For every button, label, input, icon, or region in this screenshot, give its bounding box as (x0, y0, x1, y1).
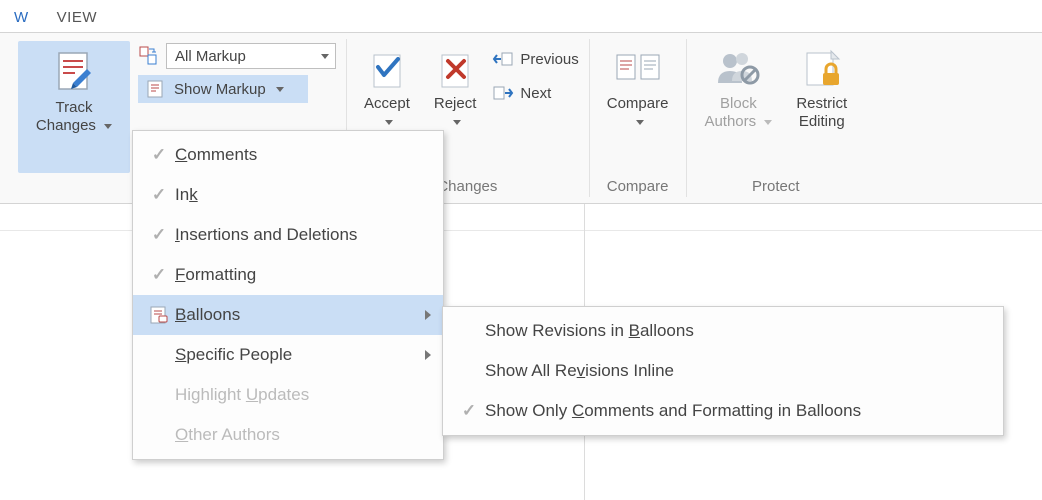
ribbon-tabstrip: W VIEW (0, 0, 1042, 33)
menu-comments[interactable]: ✓ Comments (133, 135, 443, 175)
next-label: Next (520, 85, 551, 102)
reject-label: Reject (434, 95, 477, 112)
menu-other-authors: Other Authors (133, 415, 443, 455)
previous-icon (492, 49, 514, 69)
next-button[interactable]: Next (492, 83, 578, 103)
check-icon: ✓ (462, 401, 476, 421)
check-icon: ✓ (152, 225, 166, 245)
block-authors-button[interactable]: Block Authors (696, 43, 780, 137)
previous-button[interactable]: Previous (492, 49, 578, 69)
markup-row: All Markup (138, 43, 336, 69)
track-changes-icon (51, 49, 97, 95)
group-compare: Compare Compare (589, 33, 687, 203)
chevron-down-icon (321, 54, 329, 59)
track-changes-label: Track Changes (36, 99, 112, 135)
display-for-review-select[interactable]: All Markup (166, 43, 336, 69)
menu-insertions-deletions[interactable]: ✓ Insertions and Deletions (133, 215, 443, 255)
next-icon (492, 83, 514, 103)
menu-formatting[interactable]: ✓ Formatting (133, 255, 443, 295)
chevron-down-icon (104, 124, 112, 129)
reject-button[interactable]: Reject (426, 43, 485, 137)
markup-controls: All Markup Show Markup (138, 39, 336, 103)
show-markup-menu: ✓ Comments ✓ Ink ✓ Insertions and Deleti… (132, 130, 444, 460)
group-protect: Block Authors Restrict Editing Protect (686, 33, 865, 203)
chevron-right-icon (425, 350, 431, 360)
display-for-review-icon (138, 45, 160, 67)
accept-button[interactable]: Accept (356, 43, 418, 137)
submenu-revisions-in-balloons[interactable]: Show Revisions in Balloons (443, 311, 1003, 351)
balloons-submenu: Show Revisions in Balloons Show All Revi… (442, 306, 1004, 436)
restrict-editing-icon (799, 49, 845, 91)
menu-specific-people[interactable]: Specific People (133, 335, 443, 375)
compare-button[interactable]: Compare (599, 43, 677, 137)
menu-ink[interactable]: ✓ Ink (133, 175, 443, 215)
check-icon: ✓ (152, 185, 166, 205)
reject-icon (434, 49, 476, 91)
compare-label: Compare (607, 95, 669, 112)
menu-comments-label: omments (187, 145, 257, 164)
submenu-comments-formatting-balloons[interactable]: ✓ Show Only Comments and Formatting in B… (443, 391, 1003, 431)
check-icon: ✓ (152, 265, 166, 285)
chevron-down-icon (276, 87, 284, 92)
restrict-editing-button[interactable]: Restrict Editing (788, 43, 855, 137)
menu-highlight-updates: Highlight Updates (133, 375, 443, 415)
track-changes-button[interactable]: Track Changes (18, 41, 130, 173)
chevron-down-icon (453, 120, 461, 125)
group-protect-label: Protect (696, 178, 855, 199)
tab-review-fragment[interactable]: W (0, 3, 43, 32)
previous-label: Previous (520, 51, 578, 68)
show-markup-button[interactable]: Show Markup (138, 75, 308, 103)
restrict-editing-label: Restrict Editing (796, 95, 847, 130)
chevron-down-icon (385, 120, 393, 125)
show-markup-row: Show Markup (138, 75, 336, 103)
compare-icon (611, 49, 665, 91)
chevron-right-icon (425, 310, 431, 320)
group-compare-label: Compare (599, 178, 677, 199)
show-markup-label: Show Markup (174, 81, 266, 98)
accept-icon (366, 49, 408, 91)
chevron-down-icon (636, 120, 644, 125)
show-markup-icon (146, 79, 166, 99)
menu-balloons[interactable]: Balloons (133, 295, 443, 335)
block-authors-icon (714, 49, 762, 91)
submenu-all-inline[interactable]: Show All Revisions Inline (443, 351, 1003, 391)
display-for-review-value: All Markup (175, 48, 246, 65)
check-icon: ✓ (152, 145, 166, 165)
block-authors-label: Block Authors (704, 95, 756, 130)
accept-label: Accept (364, 95, 410, 112)
tab-view[interactable]: VIEW (43, 3, 111, 32)
chevron-down-icon (764, 120, 772, 125)
balloons-icon (149, 305, 169, 325)
